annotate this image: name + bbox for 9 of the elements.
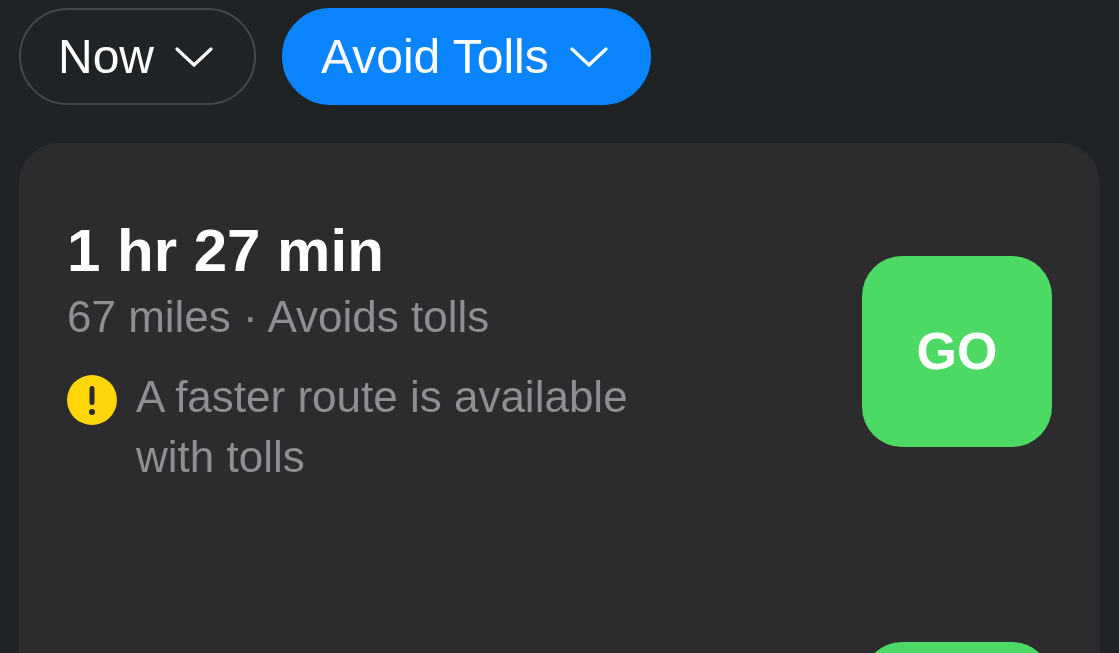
filter-chip[interactable]: Now [19,8,257,105]
chevron-down-icon [569,46,608,67]
route-duration: 1 hr 27 min [67,216,385,286]
chevron-down-icon [175,46,214,67]
filter-chip[interactable]: Avoid Tolls [282,8,651,105]
warning-icon [67,375,117,425]
route-warning: A faster route is available with tolls [136,371,629,483]
go-button[interactable]: GO [862,255,1052,447]
route-details: 67 miles · Avoids tolls [67,291,491,343]
